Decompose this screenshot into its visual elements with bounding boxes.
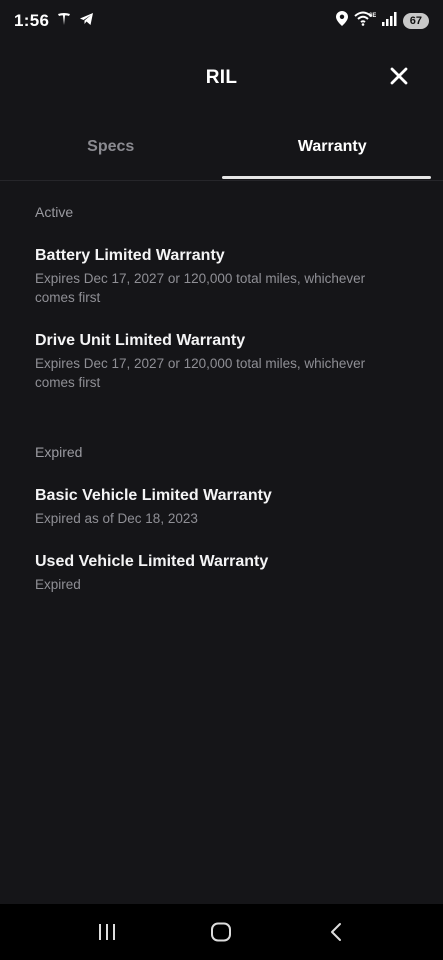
tesla-logo-icon: [57, 12, 71, 31]
warranty-item: Battery Limited Warranty Expires Dec 17,…: [35, 246, 415, 307]
wifi-icon: 6E: [354, 11, 376, 31]
warranty-subtitle: Expired: [35, 577, 81, 592]
warranty-list: Active Battery Limited Warranty Expires …: [35, 204, 415, 594]
telegram-icon: [79, 12, 94, 31]
section-label-active: Active: [35, 204, 74, 220]
warranty-subtitle: Expires Dec 17, 2027 or 120,000 total mi…: [35, 271, 366, 305]
back-button[interactable]: [316, 912, 356, 952]
home-button[interactable]: [201, 912, 241, 952]
status-right: 6E 67: [335, 11, 429, 31]
cell-signal-icon: [381, 11, 397, 31]
warranty-item: Used Vehicle Limited Warranty Expired: [35, 552, 415, 594]
status-time: 1:56: [14, 11, 50, 30]
close-icon: [390, 67, 408, 85]
warranty-title: Basic Vehicle Limited Warranty: [35, 487, 272, 504]
location-icon: [335, 11, 348, 31]
warranty-title: Drive Unit Limited Warranty: [35, 332, 246, 349]
tab-warranty-label: Warranty: [297, 138, 367, 155]
warranty-subtitle: Expired as of Dec 18, 2023: [35, 511, 198, 526]
recent-apps-icon: [99, 924, 116, 940]
system-nav-bar: [0, 904, 443, 960]
header: RIL: [0, 50, 443, 106]
home-icon: [211, 922, 232, 942]
svg-text:6E: 6E: [369, 13, 376, 19]
warranty-subtitle: Expires Dec 17, 2027 or 120,000 total mi…: [35, 356, 366, 390]
section-label-expired: Expired: [35, 444, 83, 460]
battery-indicator: 67: [402, 13, 429, 29]
warranty-item: Basic Vehicle Limited Warranty Expired a…: [35, 486, 415, 528]
warranty-item: Drive Unit Limited Warranty Expires Dec …: [35, 331, 415, 392]
close-button[interactable]: [389, 66, 413, 90]
recent-apps-button[interactable]: [87, 912, 127, 952]
active-tab-indicator: [221, 176, 431, 179]
warranty-title: Used Vehicle Limited Warranty: [35, 553, 269, 570]
warranty-title: Battery Limited Warranty: [35, 247, 225, 264]
status-bar: 1:56 6E 67: [0, 0, 443, 42]
page-title: RIL: [205, 67, 238, 88]
tab-warranty[interactable]: Warranty: [221, 124, 443, 179]
tab-specs[interactable]: Specs: [0, 124, 222, 170]
back-icon: [330, 923, 341, 941]
tab-bar: Specs Warranty: [0, 124, 443, 181]
tab-specs-label: Specs: [87, 138, 135, 155]
status-left: 1:56: [14, 11, 94, 31]
